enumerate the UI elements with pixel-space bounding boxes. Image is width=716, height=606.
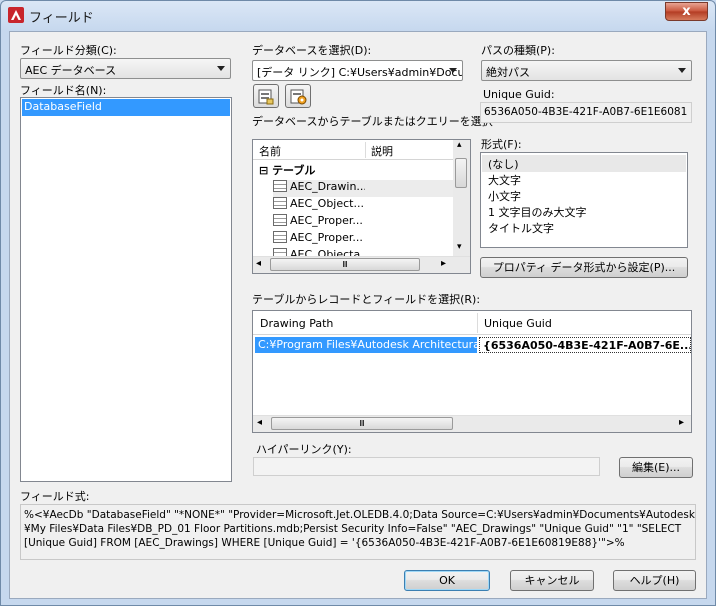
records-grid[interactable]: Drawing Path Unique Guid C:¥Program File… bbox=[252, 310, 692, 433]
scroll-thumb[interactable] bbox=[455, 158, 467, 188]
dialog-body: フィールド分類(C): AEC データベース フィールド名(N): Databa… bbox=[9, 31, 707, 599]
format-item[interactable]: 小文字 bbox=[482, 187, 686, 204]
table-tree-header: 名前 説明 bbox=[253, 140, 453, 160]
field-category-label: フィールド分類(C): bbox=[20, 44, 117, 57]
table-icon bbox=[273, 231, 287, 243]
database-value: [データ リンク] C:¥Users¥admin¥Docur bbox=[257, 66, 463, 79]
expression-line: [Unique Guid] FROM [AEC_Drawings] WHERE … bbox=[24, 537, 625, 549]
format-item[interactable]: タイトル文字 bbox=[482, 219, 686, 236]
path-type-dropdown[interactable]: 絶対パス bbox=[481, 60, 692, 81]
title-bar[interactable]: フィールド x bbox=[1, 1, 715, 29]
column-description[interactable]: 説明 bbox=[371, 143, 393, 159]
format-item[interactable]: 1 文字目のみ大文字 bbox=[482, 203, 686, 220]
chevron-down-icon bbox=[678, 68, 686, 73]
table-select-label: データベースからテーブルまたはクエリーを選択 bbox=[252, 115, 493, 128]
scroll-thumb[interactable]: Ⅲ bbox=[270, 258, 420, 271]
scroll-right-icon[interactable]: ▸ bbox=[679, 417, 684, 428]
table-icon bbox=[273, 214, 287, 226]
tree-item[interactable]: AEC_Drawin... bbox=[273, 180, 365, 197]
browse-database-button[interactable] bbox=[253, 84, 279, 108]
records-header: Drawing Path Unique Guid bbox=[253, 311, 691, 335]
configure-database-button[interactable] bbox=[285, 84, 311, 108]
hyperlink-label: ハイパーリンク(Y): bbox=[256, 443, 352, 456]
table-icon bbox=[273, 197, 287, 209]
chevron-down-icon bbox=[449, 68, 457, 73]
column-name[interactable]: 名前 bbox=[259, 143, 281, 159]
field-name-item[interactable]: DatabaseField bbox=[22, 99, 230, 116]
expression-line: ¥My Files¥Data Files¥DB_PD_01 Floor Part… bbox=[24, 523, 682, 535]
tree-group-tables[interactable]: ⊟ テーブル bbox=[259, 162, 449, 179]
path-type-label: パスの種類(P): bbox=[481, 44, 555, 57]
close-icon: x bbox=[682, 4, 691, 19]
format-item[interactable]: (なし) bbox=[482, 155, 686, 172]
table-tree-hscroll[interactable]: ◂ Ⅲ ▸ bbox=[253, 256, 470, 273]
tree-item[interactable]: AEC_Objecta bbox=[273, 248, 365, 256]
expression-line: %<¥AecDb "DatabaseField" "*NONE*" "Provi… bbox=[24, 509, 695, 521]
format-label: 形式(F): bbox=[481, 138, 522, 151]
scroll-left-icon[interactable]: ◂ bbox=[256, 258, 261, 269]
scroll-right-icon[interactable]: ▸ bbox=[441, 258, 446, 269]
field-category-value: AEC データベース bbox=[25, 64, 117, 77]
field-expression-text: %<¥AecDb "DatabaseField" "*NONE*" "Provi… bbox=[20, 504, 696, 560]
unique-guid-preview: 6536A050-4B3E-421F-A0B7-6E1E6081 bbox=[480, 102, 692, 123]
path-type-value: 絶対パス bbox=[486, 66, 530, 79]
tree-item[interactable]: AEC_Proper... bbox=[273, 214, 365, 231]
tree-item[interactable]: AEC_Proper... bbox=[273, 231, 365, 248]
database-dropdown[interactable]: [データ リンク] C:¥Users¥admin¥Docur bbox=[252, 60, 463, 81]
database-browse-icon bbox=[258, 89, 274, 105]
records-label: テーブルからレコードとフィールドを選択(R): bbox=[252, 293, 481, 306]
autocad-app-icon bbox=[8, 7, 24, 23]
scroll-up-icon[interactable]: ▴ bbox=[457, 140, 462, 150]
ok-button[interactable]: OK bbox=[404, 570, 490, 591]
database-settings-icon bbox=[290, 89, 307, 105]
records-hscroll[interactable]: ◂ Ⅲ ▸ bbox=[253, 415, 691, 432]
field-names-list[interactable]: DatabaseField bbox=[20, 97, 232, 482]
collapse-icon[interactable]: ⊟ bbox=[259, 164, 268, 177]
field-category-dropdown[interactable]: AEC データベース bbox=[20, 58, 231, 79]
format-item[interactable]: 大文字 bbox=[482, 171, 686, 188]
scroll-thumb[interactable]: Ⅲ bbox=[271, 417, 453, 430]
table-icon bbox=[273, 248, 287, 256]
field-names-label: フィールド名(N): bbox=[20, 84, 107, 97]
window-title: フィールド bbox=[29, 11, 94, 26]
database-label: データベースを選択(D): bbox=[252, 44, 372, 57]
field-expression-label: フィールド式: bbox=[20, 490, 90, 503]
tree-item[interactable]: AEC_Object... bbox=[273, 197, 365, 214]
column-drawing-path[interactable]: Drawing Path bbox=[260, 317, 333, 330]
scroll-down-icon[interactable]: ▾ bbox=[457, 242, 462, 252]
edit-hyperlink-button[interactable]: 編集(E)... bbox=[619, 457, 693, 478]
table-icon bbox=[273, 180, 287, 192]
hyperlink-field[interactable] bbox=[253, 457, 600, 476]
table-tree-vscroll[interactable]: ▴ ▾ bbox=[453, 140, 470, 256]
close-button[interactable]: x bbox=[665, 2, 708, 21]
record-cell-guid[interactable]: {6536A050-4B3E-421F-A0B7-6E... bbox=[479, 337, 691, 353]
cancel-button[interactable]: キャンセル bbox=[510, 570, 594, 591]
scroll-left-icon[interactable]: ◂ bbox=[257, 417, 262, 428]
format-list[interactable]: (なし) 大文字 小文字 1 文字目のみ大文字 タイトル文字 bbox=[480, 152, 688, 248]
record-cell-path[interactable]: C:¥Program Files¥Autodesk Architectural.… bbox=[255, 337, 477, 353]
field-dialog: フィールド x フィールド分類(C): AEC データベース フィールド名(N)… bbox=[0, 0, 716, 606]
help-button[interactable]: ヘルプ(H) bbox=[613, 570, 696, 591]
column-unique-guid[interactable]: Unique Guid bbox=[484, 317, 552, 330]
chevron-down-icon bbox=[217, 66, 225, 71]
unique-guid-label: Unique Guid: bbox=[483, 88, 555, 101]
property-format-button[interactable]: プロパティ データ形式から設定(P)... bbox=[480, 257, 688, 278]
table-tree[interactable]: 名前 説明 ⊟ テーブル AEC_Drawin... AEC_Object...… bbox=[252, 139, 471, 274]
